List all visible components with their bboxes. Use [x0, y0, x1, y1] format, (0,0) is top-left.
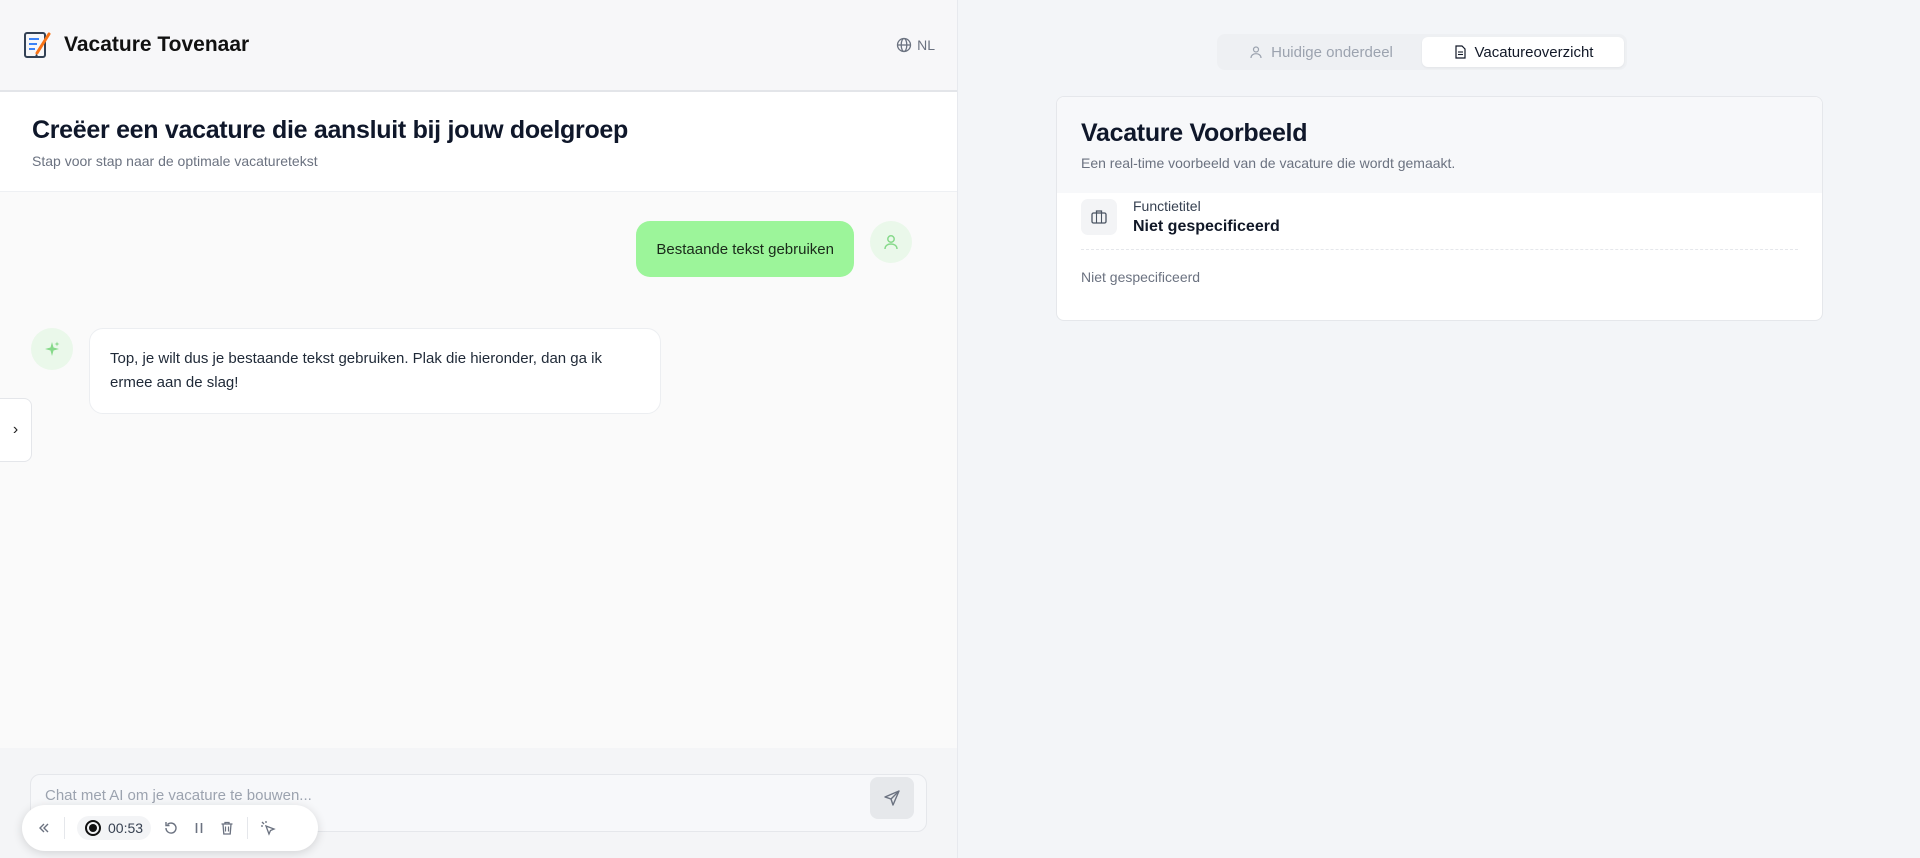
chat-panel: Vacature Tovenaar NL Creëer een vacature… — [0, 0, 958, 858]
briefcase-icon — [1081, 199, 1117, 235]
pause-button[interactable] — [191, 820, 207, 836]
user-icon — [1250, 46, 1262, 59]
collapse-toolbar-button[interactable] — [36, 820, 52, 836]
preview-tabs: Huidige onderdeel Vacatureoverzicht — [1217, 34, 1627, 70]
toolbar-divider — [247, 817, 249, 839]
app-logo-icon — [22, 29, 54, 61]
record-icon — [85, 820, 101, 836]
vacancy-description: Niet gespecificeerd — [1081, 269, 1201, 285]
send-button[interactable] — [870, 777, 914, 819]
send-icon — [884, 790, 900, 806]
job-title-field: Functietitel Niet gespecificeerd — [1057, 193, 1822, 236]
tab-current-section-label: Huidige onderdeel — [1271, 43, 1393, 61]
tab-vacancy-overview-label: Vacatureoverzicht — [1474, 43, 1594, 61]
language-label: NL — [917, 37, 935, 53]
pause-icon — [195, 823, 203, 833]
user-icon — [884, 235, 898, 250]
chevrons-left-icon — [39, 823, 49, 833]
language-switcher[interactable]: NL — [896, 37, 935, 53]
assistant-message: Top, je wilt dus je bestaande tekst gebr… — [31, 328, 661, 414]
toolbar-divider — [64, 817, 65, 839]
preview-title: Vacature Voorbeeld — [1081, 119, 1308, 147]
chat-input[interactable] — [45, 787, 865, 804]
user-avatar — [870, 221, 912, 263]
sparkles-icon — [45, 341, 60, 356]
job-title-value: Niet gespecificeerd — [1133, 218, 1280, 235]
tab-current-section[interactable]: Huidige onderdeel — [1220, 37, 1422, 67]
chat-messages: Bestaande tekst gebruiken Top, je wilt d… — [0, 193, 958, 748]
top-bar: Vacature Tovenaar NL — [0, 0, 957, 92]
recording-toolbar: 00:53 — [22, 805, 318, 851]
page-subtitle: Stap voor stap naar de optimale vacature… — [32, 153, 318, 169]
preview-subtitle: Een real-time voorbeeld van de vacature … — [1081, 155, 1456, 171]
user-message-bubble: Bestaande tekst gebruiken — [636, 221, 854, 277]
restart-button[interactable] — [163, 820, 179, 836]
chevron-right-icon: › — [12, 421, 19, 438]
assistant-message-bubble: Top, je wilt dus je bestaande tekst gebr… — [89, 328, 661, 414]
page-title: Creëer een vacature die aansluit bij jou… — [32, 116, 628, 144]
page-header: Creëer een vacature die aansluit bij jou… — [0, 92, 957, 192]
delete-button[interactable] — [219, 820, 235, 836]
assistant-avatar — [31, 328, 73, 370]
recording-timer: 00:53 — [77, 816, 152, 840]
pointer-tool-button[interactable] — [260, 820, 276, 836]
rotate-ccw-icon — [165, 822, 177, 834]
app-title: Vacature Tovenaar — [64, 33, 250, 56]
trash-icon — [221, 821, 233, 835]
preview-card-header: Vacature Voorbeeld Een real-time voorbee… — [1057, 97, 1822, 193]
document-icon — [1454, 45, 1466, 59]
cursor-click-icon — [261, 821, 276, 836]
job-title-label: Functietitel — [1133, 198, 1201, 214]
recording-time: 00:53 — [108, 820, 144, 836]
tab-vacancy-overview[interactable]: Vacatureoverzicht — [1422, 37, 1624, 67]
vacancy-preview-card: Vacature Voorbeeld Een real-time voorbee… — [1056, 96, 1823, 321]
preview-panel: Huidige onderdeel Vacatureoverzicht Vaca… — [959, 0, 1920, 858]
globe-icon — [896, 37, 912, 53]
sidebar-expand-button[interactable]: › — [0, 398, 32, 462]
user-message: Bestaande tekst gebruiken — [636, 221, 912, 277]
